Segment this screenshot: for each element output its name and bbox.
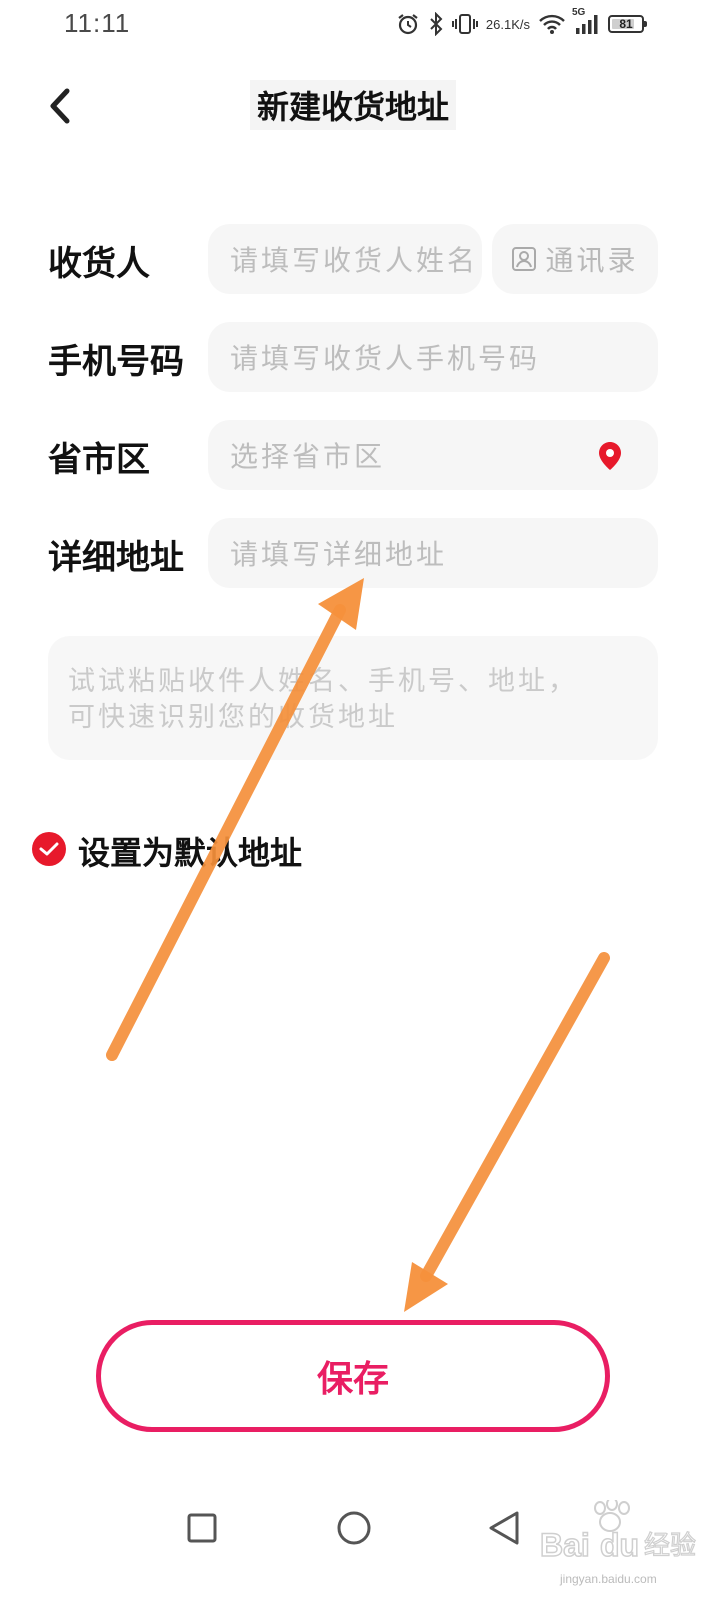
check-icon <box>39 842 59 856</box>
svg-text:du: du <box>600 1527 639 1563</box>
back-nav-button[interactable] <box>484 1508 524 1548</box>
status-icons: 26.1 K/s 5G 81 <box>396 7 647 40</box>
chevron-left-icon <box>50 88 70 124</box>
status-time: 11:11 <box>64 8 131 38</box>
region-label: 省市区 <box>48 440 150 480</box>
contacts-label: 通讯录 <box>545 244 639 277</box>
recipient-label: 收货人 <box>48 244 150 284</box>
svg-text:Bai: Bai <box>540 1527 590 1563</box>
phone-label: 手机号码 <box>48 342 184 382</box>
alarm-icon <box>396 12 420 36</box>
triangle-back-icon <box>489 1511 519 1545</box>
paste-hint-line1: 试试粘贴收件人姓名、手机号、地址， <box>68 666 578 697</box>
wifi-icon <box>538 13 566 35</box>
network-speed: 26.1 K/s <box>485 16 530 32</box>
bluetooth-icon <box>428 12 444 36</box>
default-address-label: 设置为默认地址 <box>78 834 303 872</box>
paste-hint-line2: 可快速识别您的收货地址 <box>68 702 398 733</box>
recipient-input[interactable]: 请填写收货人姓名 <box>208 224 482 294</box>
svg-text:经验: 经验 <box>644 1531 696 1561</box>
phone-input[interactable]: 请填写收货人手机号码 <box>208 322 658 392</box>
phone-placeholder: 请填写收货人手机号码 <box>230 342 541 375</box>
recipient-placeholder: 请填写收货人姓名 <box>230 244 479 277</box>
circle-icon <box>337 1511 371 1545</box>
page-title: 新建收货地址 <box>250 80 456 130</box>
square-icon <box>187 1513 217 1543</box>
watermark-url: jingyan.baidu.com <box>560 1572 657 1586</box>
vibrate-icon <box>451 12 478 36</box>
contact-card-icon <box>512 247 537 271</box>
detail-address-input[interactable]: 请填写详细地址 <box>208 518 658 588</box>
home-button[interactable] <box>334 1508 374 1548</box>
paste-recognition-textarea[interactable]: 试试粘贴收件人姓名、手机号、地址， 可快速识别您的收货地址 <box>48 636 658 760</box>
battery-icon: 81 <box>608 15 647 33</box>
arrow-to-save-button <box>404 952 610 1312</box>
detail-address-placeholder: 请填写详细地址 <box>230 538 448 571</box>
save-button[interactable]: 保存 <box>96 1320 610 1432</box>
recent-apps-button[interactable] <box>184 1510 220 1546</box>
region-selector[interactable]: 选择省市区 <box>208 420 658 490</box>
contacts-button[interactable]: 通讯录 <box>492 224 658 294</box>
back-button[interactable] <box>40 84 80 128</box>
cellular-signal-icon: 5G <box>572 7 600 35</box>
default-address-checkbox[interactable] <box>32 832 66 866</box>
location-pin-icon[interactable] <box>596 440 624 472</box>
detail-address-label: 详细地址 <box>48 538 184 578</box>
region-placeholder: 选择省市区 <box>230 440 386 473</box>
